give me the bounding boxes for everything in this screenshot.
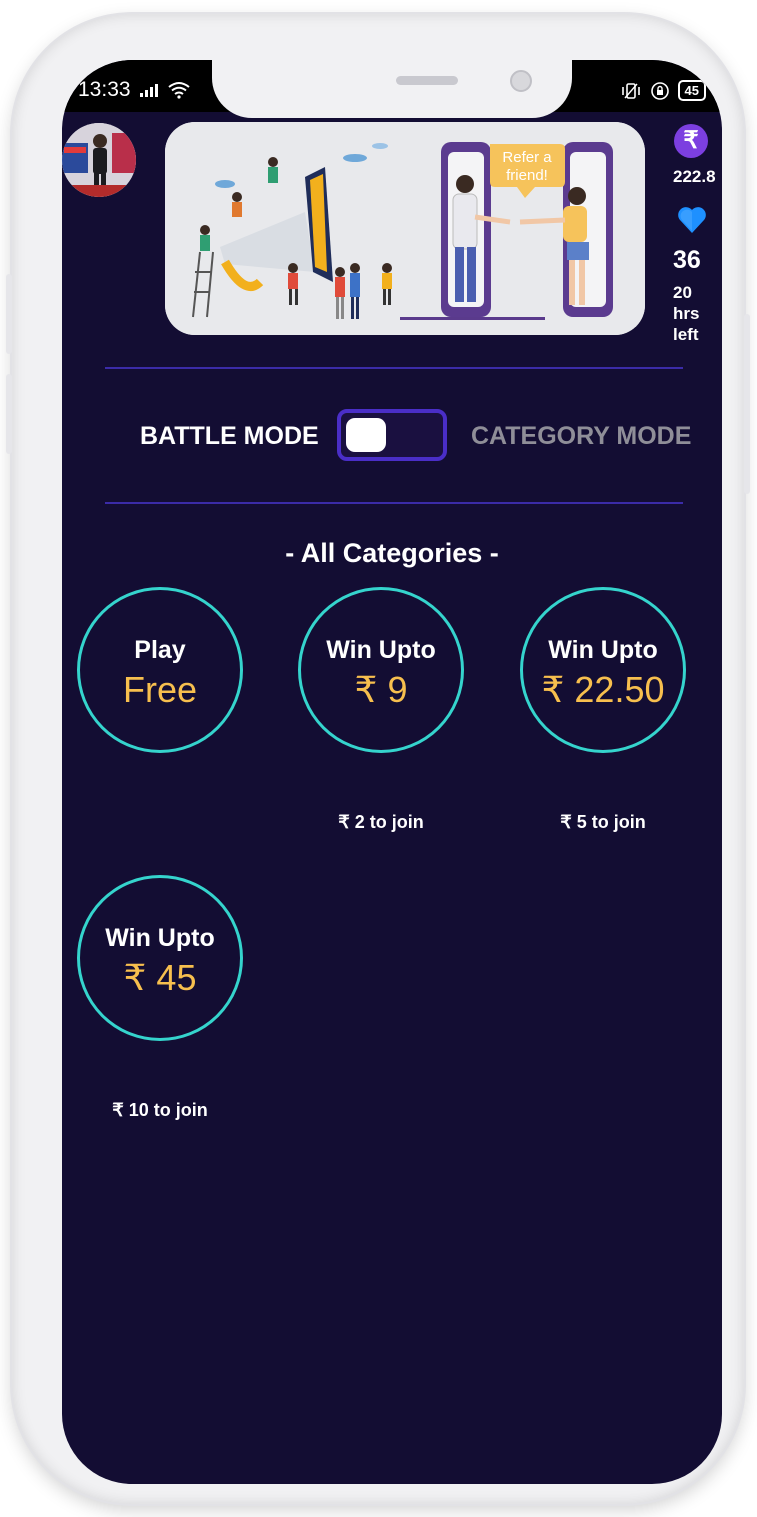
category-card-9[interactable]: Win Upto ₹ 9 (298, 587, 464, 753)
front-camera (510, 70, 532, 92)
section-title: - All Categories - (285, 538, 499, 568)
side-button (744, 314, 750, 494)
category-card-45[interactable]: Win Upto ₹ 45 (77, 875, 243, 1041)
category-prize: ₹ 45 (123, 957, 197, 998)
category-card-22-50[interactable]: Win Upto ₹ 22.50 (520, 587, 686, 753)
avatar[interactable] (62, 123, 136, 197)
status-left: 13:33 (78, 78, 191, 102)
rotation-lock-icon (650, 81, 669, 100)
wifi-icon (167, 82, 190, 99)
category-label: Play (134, 636, 186, 664)
category-label: Win Upto (105, 924, 215, 952)
blue-heart-icon[interactable] (676, 204, 708, 236)
signal-icon (139, 84, 158, 97)
coin-balance: 222.8 (673, 167, 716, 186)
toggle-knob (346, 418, 386, 452)
category-join-fee: ₹ 2 to join (338, 812, 424, 832)
top-divider (105, 367, 683, 369)
category-mode-label[interactable]: CATEGORY MODE (471, 422, 691, 451)
category-join-fee: ₹ 5 to join (560, 812, 646, 832)
battle-mode-label[interactable]: BATTLE MODE (140, 422, 319, 451)
mode-toggle[interactable] (337, 409, 447, 461)
phone-notch (212, 60, 572, 118)
speaker-grille (396, 76, 458, 85)
category-label: Win Upto (548, 636, 658, 664)
app-screen: 13:33 45 Refer a friend! ₹ 222.8 36 20 h… (62, 60, 722, 1484)
avatar-image (62, 123, 136, 197)
banner-text-line2: friend! (506, 167, 548, 184)
side-button (6, 274, 12, 354)
battery-indicator: 45 (677, 80, 706, 101)
vibrate-icon (621, 82, 640, 99)
refer-friend-banner[interactable]: Refer a friend! (165, 122, 645, 335)
rupee-coin-icon[interactable]: ₹ (674, 124, 708, 158)
phone-frame: 13:33 45 Refer a friend! ₹ 222.8 36 20 h… (6, 14, 750, 1504)
category-card-free[interactable]: Play Free (77, 587, 243, 753)
category-join-fee: ₹ 10 to join (112, 1100, 208, 1120)
category-prize: ₹ 22.50 (541, 669, 665, 710)
status-right: 45 (620, 80, 706, 101)
banner-text-line1: Refer a (502, 149, 552, 166)
category-prize: Free (122, 669, 198, 710)
banner-illustration: Refer a friend! (165, 122, 645, 335)
category-label: Win Upto (326, 636, 436, 664)
category-prize: ₹ 9 (354, 669, 408, 710)
side-button (6, 374, 12, 454)
lives-time-left: 20 hrs left (673, 283, 700, 344)
bottom-divider (105, 502, 683, 504)
lives-count: 36 (673, 246, 701, 274)
status-time: 13:33 (78, 78, 131, 101)
